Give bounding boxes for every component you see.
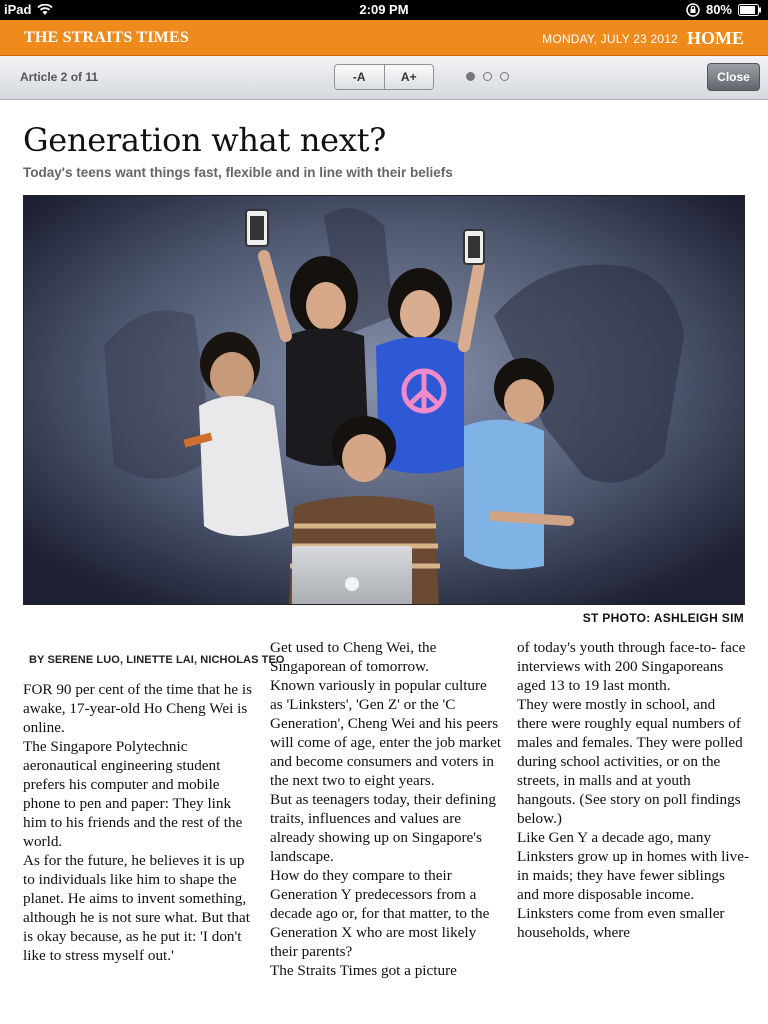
article-column-1: BY SERENE LUO, LINETTE LAI, NICHOLAS TEO… — [23, 638, 284, 965]
paragraph: of today's youth through face-to- face i… — [517, 639, 746, 694]
paragraph: They were mostly in school, and there we… — [517, 696, 743, 827]
battery-icon — [738, 3, 762, 16]
section-title: HOME — [687, 28, 744, 48]
page-dot[interactable] — [483, 72, 492, 81]
article-headline: Generation what next? — [23, 121, 386, 159]
page-dot[interactable] — [500, 72, 509, 81]
paragraph: FOR 90 per cent of the time that he is a… — [23, 681, 253, 736]
article-column-3: of today's youth through face-to- face i… — [517, 638, 749, 942]
paragraph: But as teenagers today, their defining t… — [270, 791, 496, 865]
rotation-lock-icon — [686, 2, 700, 17]
masthead: THE STRAITS TIMES MONDAY, JULY 23 2012 H… — [0, 20, 768, 56]
paragraph: How do they compare to their Generation … — [270, 867, 490, 960]
paragraph: Known variously in popular culture as 'L… — [270, 677, 502, 789]
paragraph: Get used to Cheng Wei, the Singaporean o… — [270, 639, 437, 675]
edition-date: MONDAY, JULY 23 2012 — [542, 32, 678, 46]
brand-logo[interactable]: THE STRAITS TIMES — [24, 29, 189, 47]
article-counter: Article 2 of 11 — [20, 70, 99, 84]
article-toolbar: Article 2 of 11 -A A+ Close — [0, 56, 768, 100]
paragraph: Linksters come from even smaller househo… — [517, 905, 725, 941]
byline-authors: BY SERENE LUO, LINETTE LAI, NICHOLAS TEO — [29, 653, 285, 666]
paragraph: The Singapore Polytechnic aeronautical e… — [23, 738, 243, 850]
font-smaller-button[interactable]: -A — [335, 65, 384, 89]
paragraph: The Straits Times got a picture — [270, 962, 457, 979]
font-size-control: -A A+ — [334, 64, 434, 90]
battery-percent: 80% — [705, 2, 732, 17]
page-indicator[interactable] — [466, 72, 509, 81]
clock: 2:09 PM — [359, 2, 409, 17]
paragraph: Like Gen Y a decade ago, many Linksters … — [517, 829, 750, 903]
paragraph: As for the future, he believes it is up … — [23, 852, 250, 964]
article-photo[interactable] — [23, 195, 745, 605]
byline: BY SERENE LUO, LINETTE LAI, NICHOLAS TEO — [23, 650, 284, 670]
photo-credit: ST PHOTO: ASHLEIGH SIM — [582, 611, 744, 625]
font-larger-button[interactable]: A+ — [383, 65, 434, 89]
article-subhead: Today's teens want things fast, flexible… — [23, 165, 453, 180]
page-dot[interactable] — [466, 72, 475, 81]
article-column-2: Get used to Cheng Wei, the Singaporean o… — [270, 638, 502, 980]
status-bar: iPad 2:09 PM 80% — [0, 0, 768, 20]
close-button[interactable]: Close — [707, 63, 760, 91]
